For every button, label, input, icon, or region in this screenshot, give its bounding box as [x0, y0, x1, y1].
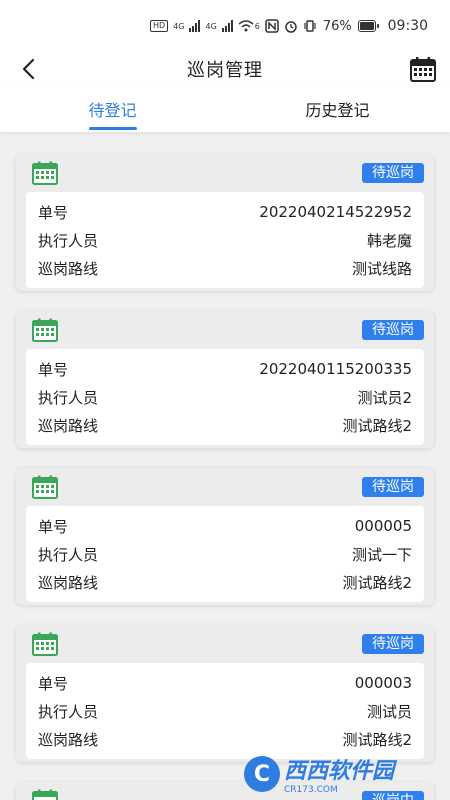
route-value: 测试路线2 — [342, 730, 412, 749]
number-row: 单号 2022040115200335 — [38, 355, 412, 383]
tab-bar: 待登记 历史登记 — [0, 86, 450, 132]
number-label: 单号 — [38, 517, 69, 536]
nfc-icon — [265, 19, 279, 33]
alarm-icon — [285, 21, 297, 33]
back-button[interactable] — [16, 56, 40, 82]
calendar-icon — [32, 632, 58, 656]
record-card[interactable]: 待巡岗 单号 2022040115200335 执行人员 测试员2 巡岗路线 测试路线… — [16, 311, 434, 448]
network-type-label-2: 4G — [205, 21, 217, 31]
executor-value: 测试员2 — [357, 388, 412, 407]
page-title: 巡岗管理 — [187, 60, 263, 81]
executor-row: 执行人员 韩老魔 — [38, 226, 412, 254]
executor-row: 执行人员 测试员 — [38, 697, 412, 725]
status-icons: HD 4G 4G 6 — [150, 19, 317, 33]
route-label: 巡岗路线 — [38, 573, 99, 592]
tab-history[interactable]: 历史登记 — [225, 86, 450, 132]
chevron-left-icon — [22, 58, 35, 80]
watermark-icon: C — [244, 756, 280, 792]
calendar-icon — [410, 57, 436, 82]
watermark-sub: CR173.COM — [284, 785, 338, 795]
number-label: 单号 — [38, 203, 69, 222]
record-list: 待巡岗 单号 2022040214522952 执行人员 韩老魔 巡岗路线 测试线路 … — [0, 132, 450, 800]
route-label: 巡岗路线 — [38, 416, 99, 435]
route-row: 巡岗路线 测试路线2 — [38, 411, 412, 439]
tab-pending-label: 待登记 — [88, 101, 137, 120]
watermark-title: 西西软件园 — [284, 759, 395, 784]
executor-value: 测试一下 — [351, 545, 412, 564]
status-badge: 待巡岗 — [362, 634, 424, 654]
signal-icon — [189, 20, 201, 32]
watermark-text-group: 西西软件园 CR173.COM — [284, 753, 394, 795]
number-value: 2022040115200335 — [259, 360, 412, 378]
battery-percent: 76% — [322, 18, 352, 34]
calendar-icon — [32, 318, 58, 342]
calendar-button[interactable] — [410, 56, 436, 82]
nav-bar: 巡岗管理 — [0, 52, 450, 86]
active-tab-indicator — [88, 127, 137, 130]
record-card[interactable]: 待巡岗 单号 000003 执行人员 测试员 巡岗路线 测试路线2 — [16, 625, 434, 762]
hd-chip: HD — [150, 20, 169, 32]
number-value: 000003 — [354, 674, 412, 692]
card-body: 单号 2022040115200335 执行人员 测试员2 巡岗路线 测试路线2 — [26, 349, 424, 445]
record-card[interactable]: 待巡岗 单号 2022040214522952 执行人员 韩老魔 巡岗路线 测试线路 — [16, 154, 434, 291]
battery-level — [359, 22, 374, 30]
executor-value: 测试员 — [366, 702, 412, 721]
calendar-icon — [32, 475, 58, 499]
executor-label: 执行人员 — [38, 545, 99, 564]
wifi-label: 6 — [254, 21, 260, 31]
executor-label: 执行人员 — [38, 231, 99, 250]
card-header: 待巡岗 — [26, 629, 424, 659]
number-row: 单号 000005 — [38, 512, 412, 540]
number-value: 000005 — [354, 517, 412, 535]
route-value: 测试路线2 — [342, 573, 412, 592]
executor-row: 执行人员 测试员2 — [38, 383, 412, 411]
card-header: 待巡岗 — [26, 315, 424, 345]
card-body: 单号 000005 执行人员 测试一下 巡岗路线 测试路线2 — [26, 506, 424, 602]
number-label: 单号 — [38, 360, 69, 379]
route-label: 巡岗路线 — [38, 259, 99, 278]
number-row: 单号 000003 — [38, 669, 412, 697]
executor-label: 执行人员 — [38, 702, 99, 721]
executor-label: 执行人员 — [38, 388, 99, 407]
card-body: 单号 2022040214522952 执行人员 韩老魔 巡岗路线 测试线路 — [26, 192, 424, 288]
route-value: 测试路线2 — [342, 416, 412, 435]
battery-icon — [357, 20, 379, 32]
route-label: 巡岗路线 — [38, 730, 99, 749]
route-row: 巡岗路线 测试线路 — [38, 254, 412, 282]
executor-row: 执行人员 测试一下 — [38, 540, 412, 568]
watermark-logo: C 西西软件园 CR173.COM — [244, 753, 434, 795]
calendar-icon — [32, 789, 58, 800]
route-row: 巡岗路线 测试路线2 — [38, 568, 412, 596]
route-value: 测试线路 — [351, 259, 412, 278]
card-header: 待巡岗 — [26, 472, 424, 502]
number-label: 单号 — [38, 674, 69, 693]
status-badge: 待巡岗 — [362, 477, 424, 497]
card-header: 待巡岗 — [26, 158, 424, 188]
card-body: 单号 000003 执行人员 测试员 巡岗路线 测试路线2 — [26, 663, 424, 759]
tab-history-label: 历史登记 — [305, 101, 370, 120]
status-bar: HD 4G 4G 6 76% 09:30 — [0, 0, 450, 52]
number-value: 2022040214522952 — [259, 203, 412, 221]
network-type-label: 4G — [173, 21, 185, 31]
wifi-icon — [238, 20, 254, 32]
record-card[interactable]: 待巡岗 单号 000005 执行人员 测试一下 巡岗路线 测试路线2 — [16, 468, 434, 605]
number-row: 单号 2022040214522952 — [38, 198, 412, 226]
route-row: 巡岗路线 测试路线2 — [38, 725, 412, 753]
status-badge: 待巡岗 — [362, 163, 424, 183]
tab-pending[interactable]: 待登记 — [0, 86, 225, 132]
vibrate-icon — [304, 20, 316, 32]
status-time: 09:30 — [387, 18, 428, 34]
signal-icon-2 — [221, 20, 233, 32]
calendar-icon — [32, 161, 58, 185]
executor-value: 韩老魔 — [366, 231, 412, 250]
status-badge: 待巡岗 — [362, 320, 424, 340]
